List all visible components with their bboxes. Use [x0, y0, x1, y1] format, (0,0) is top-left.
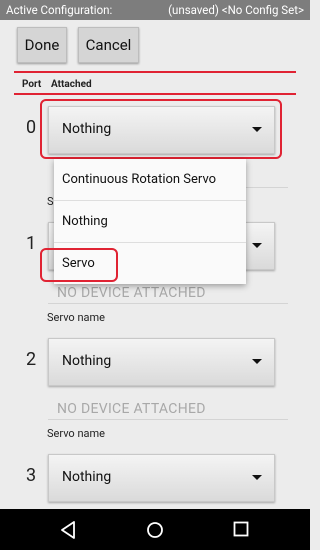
option-continuous-rotation-servo[interactable]: Continuous Rotation Servo	[54, 159, 246, 200]
back-icon[interactable]	[60, 521, 76, 539]
port-2-servo-name-label: Servo name	[47, 427, 105, 440]
port-1-servo-name-label: Servo name	[47, 311, 105, 324]
servo-option-highlight	[40, 248, 118, 282]
dropdown-arrow-icon	[252, 359, 262, 364]
home-icon[interactable]	[146, 521, 164, 539]
port-2-selected-value: Nothing	[62, 353, 112, 369]
port-0-name-field-edge	[246, 187, 288, 188]
recent-apps-icon[interactable]	[233, 521, 249, 537]
port-column-header: Port	[22, 79, 42, 90]
port-number-2: 2	[26, 349, 37, 370]
dropdown-arrow-icon	[252, 475, 262, 480]
navigation-bar	[0, 509, 310, 550]
status-bar: Active Configuration: (unsaved) <No Conf…	[0, 0, 310, 20]
done-button[interactable]: Done	[17, 27, 67, 63]
header-highlight-bottom	[14, 93, 296, 95]
port-1-servo-name-field[interactable]: NO DEVICE ATTACHED	[48, 282, 288, 304]
port-number-1: 1	[26, 233, 37, 254]
port-2-device-spinner[interactable]: Nothing	[48, 338, 275, 386]
port-0-spinner-highlight	[40, 99, 282, 159]
cancel-button[interactable]: Cancel	[78, 27, 139, 63]
active-configuration-label: Active Configuration:	[6, 3, 113, 17]
port-2-servo-name-field[interactable]: NO DEVICE ATTACHED	[48, 398, 288, 420]
dropdown-arrow-icon	[252, 243, 262, 248]
port-3-device-spinner[interactable]: Nothing	[48, 454, 275, 502]
port-3-selected-value: Nothing	[62, 469, 112, 485]
port-number-0: 0	[26, 117, 37, 138]
attached-column-header: Attached	[51, 79, 92, 90]
option-nothing[interactable]: Nothing	[54, 201, 246, 242]
port-number-3: 3	[26, 465, 37, 486]
config-name-label: (unsaved) <No Config Set>	[168, 3, 304, 17]
header-highlight-top	[14, 71, 296, 73]
